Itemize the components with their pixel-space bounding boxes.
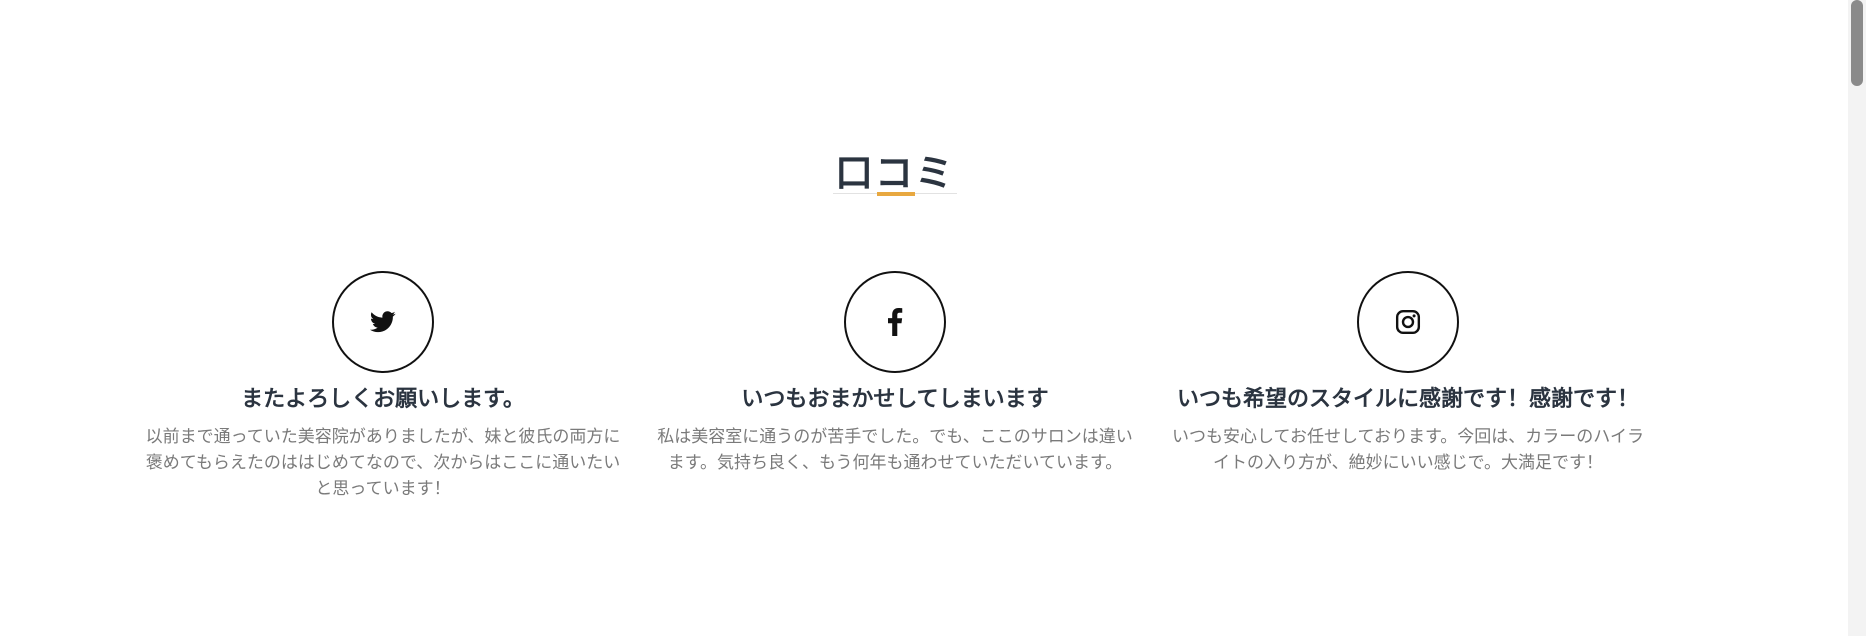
section-title: 口コミ bbox=[834, 151, 955, 195]
review-card-2: いつもおまかせしてしまいます 私は美容室に通うのが苦手でした。でも、ここのサロン… bbox=[655, 271, 1135, 476]
scrollbar-thumb[interactable] bbox=[1851, 0, 1863, 86]
review-text: いつも安心してお任せしております。今回は、カラーのハイライトの入り方が、絶妙にい… bbox=[1172, 427, 1644, 473]
review-card-1: またよろしくお願いします。 以前まで通っていた美容院がありましたが、妹と彼氏の両… bbox=[143, 271, 623, 502]
review-text: 私は美容室に通うのが苦手でした。でも、ここのサロンは違います。気持ち良く、もう何… bbox=[657, 427, 1133, 473]
instagram-icon bbox=[1395, 309, 1421, 335]
review-title: いつも希望のスタイルに感謝です！感謝です！ bbox=[1176, 387, 1639, 412]
page: 口コミ またよろしくお願いします。 以前まで通っていた美容院がありましたが、妹と… bbox=[0, 0, 1866, 636]
facebook-icon bbox=[888, 308, 903, 336]
scrollbar-track[interactable] bbox=[1848, 0, 1866, 636]
twitter-icon bbox=[370, 311, 396, 333]
review-title: またよろしくお願いします。 bbox=[241, 387, 525, 412]
twitter-icon-circle[interactable] bbox=[332, 271, 434, 373]
review-card-3: いつも希望のスタイルに感謝です！感謝です！ いつも安心してお任せしております。今… bbox=[1168, 271, 1648, 476]
review-title: いつもおまかせしてしまいます bbox=[741, 387, 1049, 412]
title-accent-bar bbox=[877, 192, 915, 196]
instagram-icon-circle[interactable] bbox=[1357, 271, 1459, 373]
facebook-icon-circle[interactable] bbox=[844, 271, 946, 373]
review-text: 以前まで通っていた美容院がありましたが、妹と彼氏の両方に褒めてもらえたのははじめ… bbox=[145, 427, 621, 499]
